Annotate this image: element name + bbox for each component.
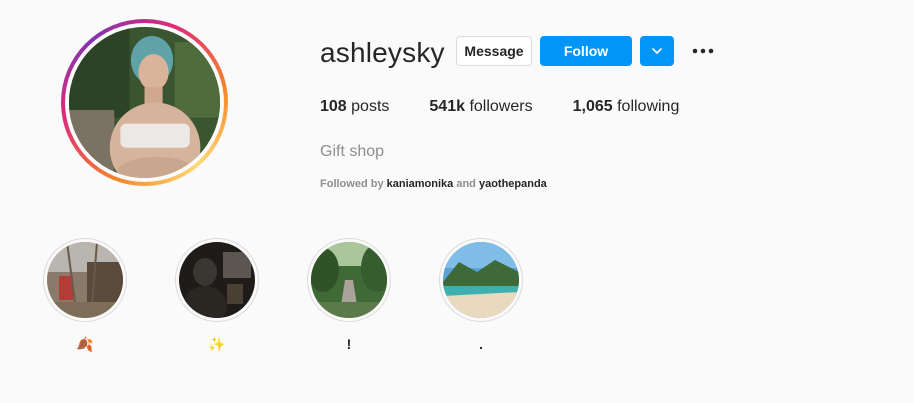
highlight-ring: [43, 238, 127, 322]
highlight-cover: [179, 242, 255, 318]
highlight-ring: [439, 238, 523, 322]
more-options-button[interactable]: [690, 40, 716, 62]
highlight-label: .: [479, 336, 483, 352]
story-highlight[interactable]: 🍂: [43, 238, 127, 354]
highlight-cover-image: [311, 242, 387, 318]
highlight-ring: [175, 238, 259, 322]
highlight-label: ✨: [208, 336, 226, 352]
highlight-cover-image: [179, 242, 255, 318]
highlight-cover-image: [47, 242, 123, 318]
avatar[interactable]: [69, 27, 220, 178]
avatar-photo: [69, 27, 220, 178]
following-label: following: [617, 98, 680, 115]
highlight-cover-image: [443, 242, 519, 318]
message-button[interactable]: Message: [456, 36, 532, 66]
highlight-cover: [443, 242, 519, 318]
profile-full-name: Gift shop: [320, 143, 385, 160]
posts-stat: 108 posts: [320, 98, 389, 116]
highlight-label: !: [346, 336, 352, 352]
following-stat[interactable]: 1,065 following: [573, 98, 680, 116]
followers-label: followers: [469, 98, 533, 115]
follow-button[interactable]: Follow: [540, 36, 632, 66]
profile-page: ashleysky Message Follow 108 posts 541k …: [0, 0, 914, 403]
avatar-gap: [65, 23, 224, 182]
story-highlight[interactable]: .: [439, 238, 523, 354]
followed-by-user-2[interactable]: yaothepanda: [479, 178, 547, 190]
chevron-down-icon: [652, 48, 662, 54]
profile-avatar-story-ring[interactable]: [61, 19, 228, 186]
posts-label: posts: [351, 98, 390, 115]
followed-by-conj: and: [456, 178, 476, 190]
following-count: 1,065: [572, 98, 613, 115]
story-highlight[interactable]: !: [307, 238, 391, 354]
more-options-icon: [692, 48, 714, 54]
suggested-dropdown-button[interactable]: [640, 36, 674, 66]
profile-stats: 108 posts 541k followers 1,065 following: [320, 98, 719, 116]
highlight-cover: [47, 242, 123, 318]
username: ashleysky: [320, 37, 445, 68]
highlight-label: 🍂: [76, 336, 94, 352]
followed-by-prefix: Followed by: [320, 178, 384, 190]
followed-by: Followed by kaniamonika and yaothepanda: [320, 178, 547, 190]
highlight-cover: [311, 242, 387, 318]
story-highlight[interactable]: ✨: [175, 238, 259, 354]
followed-by-user-1[interactable]: kaniamonika: [387, 178, 454, 190]
followers-count: 541k: [429, 98, 465, 115]
highlight-ring: [307, 238, 391, 322]
posts-count: 108: [320, 98, 347, 115]
followers-stat[interactable]: 541k followers: [429, 98, 532, 116]
